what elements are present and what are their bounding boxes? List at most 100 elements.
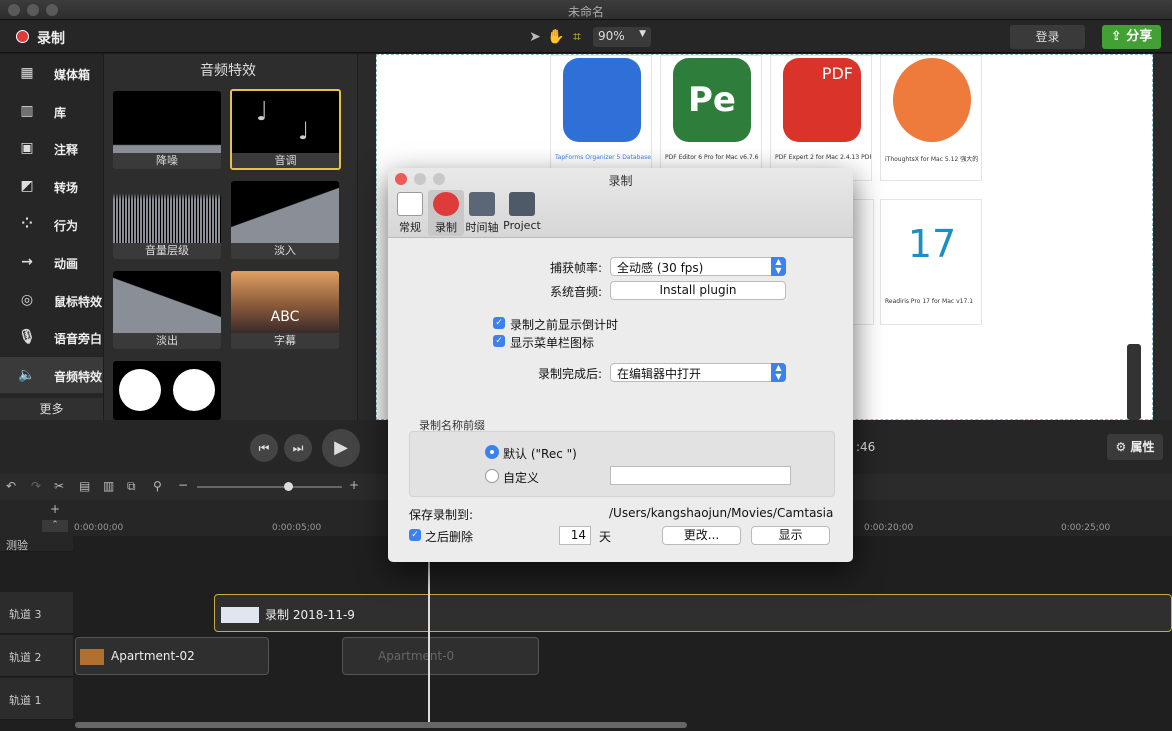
waveform-thumbnail [113,91,221,153]
track-label-3[interactable]: 轨道 3 [0,592,73,634]
track-label-1[interactable]: 轨道 1 [0,678,73,720]
readiris-icon: 17 [893,202,971,286]
countdown-label: 录制之前显示倒计时 [510,318,619,332]
paste-icon[interactable]: ▥ [103,479,114,493]
tab-general[interactable]: 常规 [392,190,428,236]
copy-icon[interactable]: ▤ [79,479,90,493]
switch-icon [397,192,423,216]
previous-frame-button[interactable]: ⏮ [250,434,278,462]
sidebar-item-annotations[interactable]: ▣ 注释 [0,130,103,166]
tab-project[interactable]: Project [502,190,542,236]
hand-tool-icon[interactable]: ✋ [547,28,565,46]
select-tool-icon[interactable]: ➤ [526,28,544,46]
delete-after-checkbox[interactable]: ✓ [409,529,421,541]
sidebar-item-animations[interactable]: → 动画 [0,244,103,280]
track-name: 轨道 1 [9,694,42,707]
library-icon: ▥ [20,103,34,119]
share-button[interactable]: ⇪ 分享 [1102,25,1161,49]
record-icon[interactable] [16,30,29,43]
sidebar-item-transitions[interactable]: ◩ 转场 [0,168,103,204]
clip-thumbnail [80,649,104,665]
tab-label: 时间轴 [465,221,499,234]
zoom-out-button[interactable]: − [178,478,188,492]
tab-record[interactable]: 录制 [428,190,464,236]
effect-fade-in[interactable]: 淡入 [231,181,339,259]
project-icon [509,192,535,216]
ruler-tick: 0:00:05;00 [272,523,322,533]
chevron-updown-icon: ▲ ▼ [771,257,786,276]
quiz-track-label[interactable]: 测验 [0,536,73,552]
time-readout: :46 [856,440,876,454]
microphone-icon: 🎙 [18,329,36,345]
next-frame-button[interactable]: ⏭ [284,434,312,462]
add-track-button[interactable]: + [50,502,60,516]
zoom-value: 90% [598,29,625,43]
sidebar-item-behaviors[interactable]: ⁘ 行为 [0,206,103,242]
effect-noise-removal[interactable]: 降噪 [113,91,221,169]
sidebar-item-label: 库 [54,106,67,120]
show-button[interactable]: 显示 [751,526,830,545]
sidebar-item-label: 行为 [54,219,79,233]
crop-tool-icon[interactable]: ⌗ [568,28,586,46]
menubar-icon-label: 显示菜单栏图标 [510,336,595,350]
zoom-select[interactable]: 90% ▼ [593,27,651,47]
menubar-icon-checkbox[interactable]: ✓ [493,335,505,347]
sidebar-item-cursor-effects[interactable]: ◎ 鼠标特效 [0,282,103,318]
sidebar-item-voice-narration[interactable]: 🎙 语音旁白 [0,319,103,355]
sidebar-item-media[interactable]: ▦ 媒体箱 [0,55,103,91]
effect-captions[interactable]: ABC 字幕 [231,271,339,349]
ruler-tick: 0:00:00;00 [74,523,124,533]
main-toolbar: 录制 ➤ ✋ ⌗ 90% ▼ 登录 ⇪ 分享 [0,20,1172,53]
login-button[interactable]: 登录 [1010,25,1085,49]
sidebar-item-label: 音频特效 [54,370,103,384]
apartment-clip[interactable]: Apartment-02 [75,637,269,675]
track-label-2[interactable]: 轨道 2 [0,635,73,677]
default-prefix-radio[interactable] [485,445,499,459]
sidebar-item-library[interactable]: ▥ 库 [0,93,103,129]
change-button[interactable]: 更改... [662,526,741,545]
tab-label: 录制 [435,221,457,234]
delete-after-label: 之后删除 [425,530,474,544]
properties-button[interactable]: ⚙ 属性 [1107,434,1163,460]
zoom-slider[interactable] [197,486,342,488]
default-prefix-label: 默认 ("Rec ") [503,447,577,461]
apartment-clip-2[interactable]: Apartment-0 [342,637,539,675]
capture-rate-select[interactable]: 全动感 (30 fps) ▲ ▼ [610,257,786,276]
tab-label: 常规 [399,221,421,234]
custom-prefix-input[interactable] [610,466,791,485]
effect-volume-leveling[interactable]: 音量层级 [113,181,221,259]
after-record-select[interactable]: 在编辑器中打开 ▲ ▼ [610,363,786,382]
playhead[interactable] [428,560,430,722]
install-plugin-button[interactable]: Install plugin [610,281,786,300]
split-icon[interactable]: ⧉ [127,479,136,494]
undo-icon[interactable]: ↶ [6,479,16,493]
speaker-icon: 🔈 [18,367,36,383]
canvas-side-tools[interactable] [1127,344,1141,420]
filmstrip-icon [469,192,495,216]
zoom-slider-handle[interactable] [284,482,293,491]
play-button[interactable]: ▶ [322,429,360,467]
days-input[interactable]: 14 [559,526,591,545]
timeline-scrollbar[interactable] [75,722,687,728]
timeline-tracks: 测验 轨道 3 轨道 2 轨道 1 录制 2018-11-9 Apartment… [0,536,1172,731]
more-button[interactable]: 更多 [0,398,103,420]
collapse-button[interactable]: ⌃ [42,520,68,532]
app-card: PDF PDF Expert 2 for Mac 2.4.13 PDF [770,55,872,181]
zoom-in-button[interactable]: + [349,478,359,492]
tab-timeline[interactable]: 时间轴 [464,190,500,236]
effect-pitch[interactable]: ♩ ♩ 音调 [230,89,341,170]
zoom-icon[interactable]: ⚲ [153,479,162,493]
custom-prefix-radio[interactable] [485,469,499,483]
capture-rate-label: 捕获帧率: [549,261,602,275]
countdown-checkbox[interactable]: ✓ [493,317,505,329]
effect-clip-speed[interactable] [113,361,221,420]
cut-icon[interactable]: ✂ [54,479,64,493]
music-notes-icon: ♩ ♩ [232,91,339,153]
effect-fade-out[interactable]: 淡出 [113,271,221,349]
track-name: 轨道 2 [9,651,42,664]
dialog-title: 录制 [608,174,633,188]
record-button[interactable]: 录制 [37,28,65,48]
recording-clip[interactable]: 录制 2018-11-9 [214,594,1172,632]
sidebar-item-audio-effects[interactable]: 🔈 音频特效 [0,357,103,393]
redo-icon[interactable]: ↷ [31,479,41,493]
